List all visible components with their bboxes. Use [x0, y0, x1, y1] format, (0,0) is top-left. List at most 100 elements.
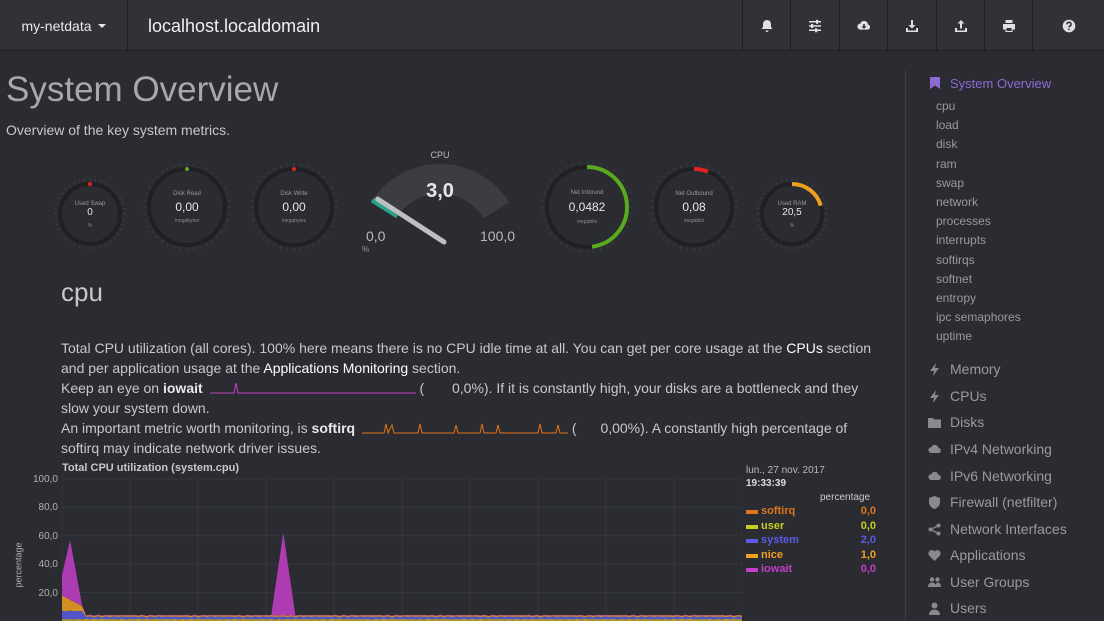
alarms-button[interactable] [742, 0, 791, 51]
legend-item-nice[interactable]: nice 1,0 [746, 549, 876, 563]
cpu-desc-text-2: section [822, 340, 872, 356]
users-icon [928, 577, 941, 587]
sidebar-item-label: CPUs [950, 388, 987, 404]
sidebar-subitem-network[interactable]: network [936, 195, 978, 209]
legend-swatch [746, 568, 758, 572]
softirq-sparkline [361, 423, 568, 435]
gauge-cpu[interactable]: CPU 3,0 0,0 100,0% [350, 148, 530, 258]
sliders-icon [809, 19, 821, 32]
legend-item-user[interactable]: user 0,0 [746, 520, 876, 534]
legend-item-softirq[interactable]: softirq 0,0 [746, 505, 876, 519]
sidebar-item-label: Firewall (netfilter) [950, 494, 1058, 510]
y-tick: 100,0 [32, 474, 58, 485]
brand-menu[interactable]: my-netdata [0, 0, 128, 51]
cpu-chart[interactable] [62, 475, 742, 621]
chart-y-label: percentage [13, 542, 24, 588]
gauge-net-outbound[interactable]: Net Outbound 0,08 megabits [648, 161, 740, 253]
legend-value: 0,0 [860, 519, 876, 532]
legend-name: softirq [761, 505, 796, 517]
legend-value: 1,0 [860, 548, 876, 561]
sidebar-subitem-load[interactable]: load [936, 118, 959, 132]
sidebar: System Overview cpu load disk ram swap networ… [905, 70, 1104, 621]
sidebar-subitem-entropy[interactable]: entropy [936, 291, 976, 305]
gauge-unit: % [87, 223, 93, 229]
print-button[interactable] [984, 0, 1033, 51]
heartbeat-icon [928, 550, 941, 561]
sidebar-item-label: Memory [950, 361, 1001, 377]
gauge-value: 0,08 [682, 200, 706, 214]
cpu-desc-text-4: section. [408, 360, 461, 376]
cpu-gauge-value: 3,0 [426, 180, 454, 202]
legend-swatch [746, 553, 758, 558]
gauge-unit: % [789, 223, 795, 229]
help-button[interactable] [1032, 0, 1104, 51]
gauge-used-ram[interactable]: Used RAM 20,5% [754, 176, 830, 252]
applications-monitoring-link[interactable]: Applications Monitoring [263, 360, 408, 376]
cpu-gauge-min: 0,0 [366, 228, 386, 244]
sidebar-subitem-cpu[interactable]: cpu [936, 99, 955, 113]
iowait-text-3: slow your system down. [61, 400, 210, 416]
gauge-unit: megabits [576, 219, 598, 225]
sidebar-subitem-softnet[interactable]: softnet [936, 272, 972, 286]
import-button[interactable] [839, 0, 888, 51]
sidebar-subitem-interrupts[interactable]: interrupts [936, 233, 986, 247]
gauge-marker [185, 167, 189, 171]
legend-value: 2,0 [860, 534, 876, 546]
legend-item-system[interactable]: system 2,0 [746, 534, 876, 548]
gauge-label: Net Outbound [675, 191, 713, 198]
gauge-unit: megabits [683, 218, 705, 225]
cpu-gauge-label: CPU [430, 150, 450, 160]
gauge-label: Disk Write [280, 191, 308, 198]
sidebar-active-label: System Overview [950, 76, 1052, 91]
y-tick: 40,0 [38, 559, 58, 571]
legend-swatch [746, 524, 758, 529]
user-icon [929, 602, 940, 615]
iowait-keyword: iowait [162, 380, 203, 396]
legend-item-iowait[interactable]: iowait 0,0 [746, 563, 876, 577]
sidebar-subitem-processes[interactable]: processes [936, 214, 991, 228]
chart-title: Total CPU utilization (system.cpu) [62, 462, 240, 474]
iowait-value: 0,0% [452, 380, 484, 396]
upload-button[interactable] [936, 0, 985, 51]
bell-icon [761, 19, 773, 32]
gauge-disk-write[interactable]: Disk Write 0,00 megabytes [248, 161, 340, 253]
softirq-description: An important metric worth monitoring, is… [61, 418, 891, 458]
sidebar-subitem-disk[interactable]: disk [936, 137, 957, 151]
legend-name: nice [761, 548, 784, 561]
sidebar-subitem-swap[interactable]: swap [936, 176, 964, 190]
sidebar-item-label: IPv6 Networking [950, 468, 1052, 484]
hostname: localhost.localdomain [148, 16, 321, 36]
cloud-icon [928, 471, 941, 481]
gauge-disk-read[interactable]: Disk Read 0,00 megabytes [141, 161, 233, 253]
legend-name: iowait [761, 563, 793, 575]
sidebar-subitem-softirqs[interactable]: softirqs [936, 253, 975, 267]
print-icon [1003, 19, 1015, 32]
cpu-desc-text-3: and per application usage at the [61, 360, 264, 376]
softirq-text-2: ). A constantly high percentage of [640, 420, 848, 436]
softirq-text-3: softirq may indicate network driver issu… [61, 440, 321, 456]
download-button[interactable] [887, 0, 936, 51]
sidebar-item-label: Network Interfaces [950, 521, 1067, 537]
cpu-gauge-unit: % [362, 245, 370, 254]
legend-swatch [746, 510, 758, 514]
cpu-desc-text-1: Total CPU utilization (all cores). 100% … [61, 340, 787, 356]
sidebar-item-label: Applications [950, 547, 1026, 563]
settings-button[interactable] [790, 0, 839, 51]
upload-icon [955, 19, 967, 32]
gauge-used-swap[interactable]: Used Swap 0% [52, 176, 128, 252]
legend-unit: percentage [820, 492, 871, 503]
y-tick: 20,0 [38, 587, 58, 599]
navbar: my-netdata localhost.localdomain [0, 0, 1104, 51]
legend-date: lun., 27 nov. 2017 [746, 465, 825, 476]
softirq-keyword: softirq [311, 420, 356, 436]
cpu-gauge-max: 100,0 [480, 228, 516, 244]
softirq-open-paren: ( [571, 420, 577, 436]
gauge-net-inbound[interactable]: Net Inbound 0,0482 megabits [539, 159, 635, 255]
sidebar-subitem-ipc-semaphores[interactable]: ipc semaphores [936, 310, 1021, 324]
gauge-value: 0,0482 [568, 200, 606, 214]
gauge-label: Net Inbound [570, 190, 604, 197]
sidebar-subitem-ram[interactable]: ram [936, 157, 957, 171]
sidebar-subitem-uptime[interactable]: uptime [936, 329, 972, 343]
brand-label: my-netdata [21, 17, 92, 34]
cpus-section-link[interactable]: CPUs [786, 340, 823, 356]
